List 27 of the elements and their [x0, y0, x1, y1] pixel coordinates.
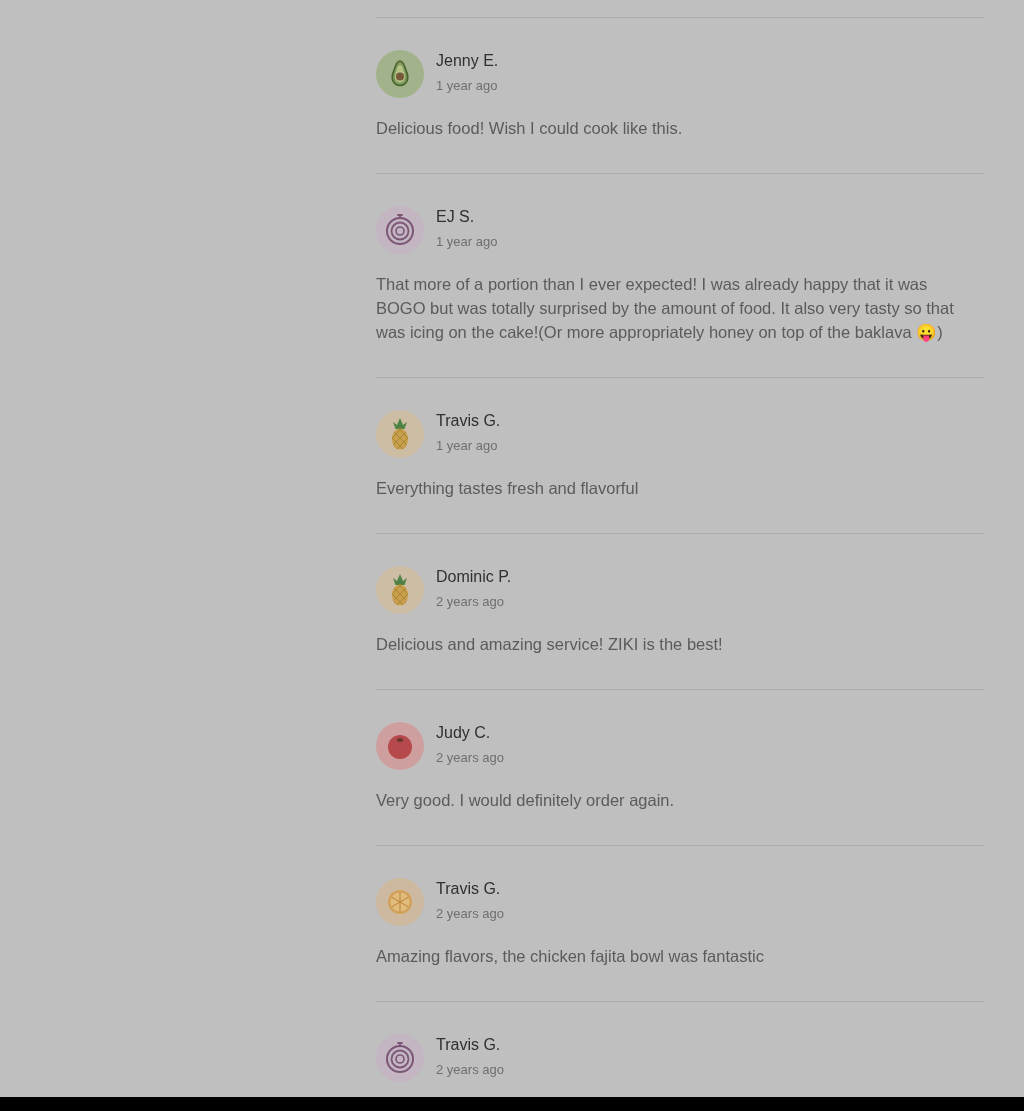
onion-icon: [376, 206, 424, 254]
review-date: 1 year ago: [436, 437, 498, 455]
review-date: 2 years ago: [436, 593, 504, 611]
onion-icon: [376, 1034, 424, 1082]
review-text: Everything tastes fresh and flavorful: [376, 478, 640, 499]
avocado-icon: [376, 50, 424, 98]
reviewer-name: EJ S.: [436, 207, 475, 227]
reviewer-name: Travis G.: [436, 411, 501, 431]
review-text: Delicious food! Wish I could cook like this.: [376, 118, 684, 139]
review-text: That more of a portion than I ever expected! I was already happy that it was BOGO but was totally surprised by the amount of food. It also very tasty so that was icing on the cake!(Or more appropriately honey on top of the baklava 😛): [376, 274, 955, 344]
reviewer-name: Judy C.: [436, 723, 491, 743]
reviewer-name: Dominic P.: [436, 567, 512, 587]
review-date: 2 years ago: [436, 749, 504, 767]
pineapple-icon: [376, 410, 424, 458]
tomato-icon: [376, 722, 424, 770]
review-text: Very good. I would definitely order again.: [376, 790, 676, 811]
pineapple-icon: [376, 566, 424, 614]
review-date: 1 year ago: [436, 77, 498, 95]
review-date: 2 years ago: [436, 905, 504, 923]
review-date: 2 years ago: [436, 1061, 504, 1079]
review-date: 1 year ago: [436, 233, 498, 251]
reviewer-name: Travis G.: [436, 879, 501, 899]
review-text: Delicious and amazing service! ZIKI is the best!: [376, 634, 724, 655]
reviewer-name: Jenny E.: [436, 51, 499, 71]
review-text: Amazing flavors, the chicken fajita bowl was fantastic: [376, 946, 765, 967]
citrus-slice-icon: [376, 878, 424, 926]
reviewer-name: Travis G.: [436, 1035, 501, 1055]
